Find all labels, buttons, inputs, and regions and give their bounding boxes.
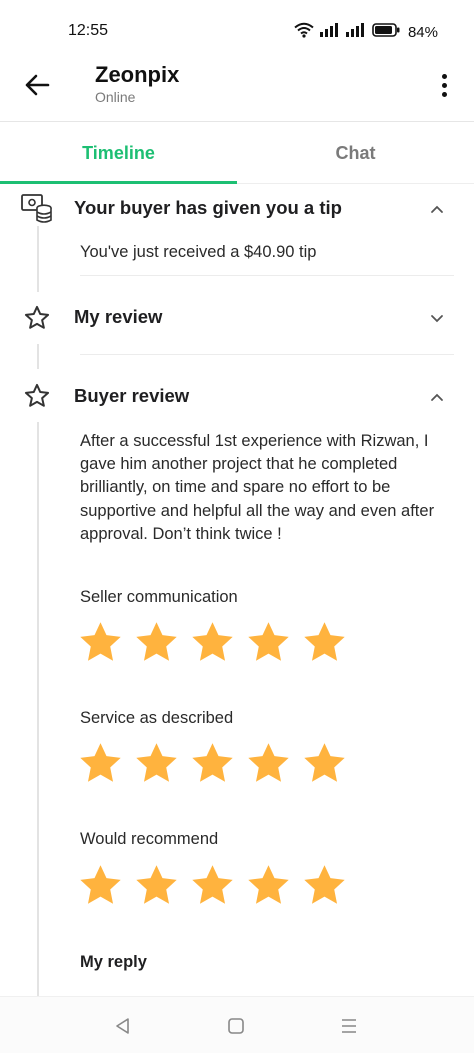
- arrow-left-icon: [25, 74, 50, 96]
- star-outline-icon: [19, 378, 55, 414]
- signal-icon: [319, 23, 340, 42]
- chevron-down-icon[interactable]: [428, 309, 446, 327]
- active-tab-indicator: [0, 181, 237, 184]
- chevron-up-icon[interactable]: [428, 200, 446, 218]
- my-review-title[interactable]: My review: [74, 306, 162, 328]
- tab-bar: Timeline Chat: [0, 122, 474, 184]
- menu-icon: [342, 1019, 356, 1033]
- nav-menu-button[interactable]: [338, 1015, 360, 1037]
- star-filled-icon: [192, 743, 233, 782]
- buyer-review-text: After a successful 1st experience with R…: [80, 432, 435, 543]
- status-bar: 12:55 84%: [0, 0, 474, 60]
- battery-icon: [372, 23, 400, 42]
- wifi-icon: [294, 22, 314, 43]
- more-dot: [441, 73, 447, 79]
- star-filled-icon: [304, 743, 345, 782]
- timeline-line: [37, 226, 39, 292]
- app-header: Zeonpix Online: [0, 60, 474, 122]
- star-filled-icon: [136, 622, 177, 661]
- timeline-line: [37, 344, 39, 369]
- more-dot: [441, 91, 447, 97]
- divider: [80, 354, 454, 355]
- rating-stars: [78, 620, 347, 663]
- tip-message: You've just received a $40.90 tip: [80, 243, 317, 261]
- more-options-button[interactable]: [434, 70, 454, 100]
- tab-timeline[interactable]: Timeline: [0, 122, 237, 184]
- star-filled-icon: [80, 743, 121, 782]
- payment-icon: [19, 190, 55, 226]
- rating-label-service-as-described: Service as described: [80, 709, 234, 727]
- nav-back-button[interactable]: [112, 1015, 134, 1037]
- buyer-review-title[interactable]: Buyer review: [74, 385, 189, 407]
- page-title: Zeonpix: [95, 62, 180, 87]
- rating-label-would-recommend: Would recommend: [80, 830, 219, 848]
- star-filled-icon: [248, 743, 289, 782]
- chevron-up-icon[interactable]: [428, 388, 446, 406]
- star-filled-icon: [80, 622, 121, 661]
- system-nav-bar: [0, 996, 474, 1053]
- square-home-icon: [228, 1018, 244, 1034]
- back-button[interactable]: [22, 70, 52, 100]
- battery-percent: 84%: [407, 24, 438, 41]
- star-filled-icon: [248, 865, 289, 904]
- my-reply-label[interactable]: My reply: [80, 953, 147, 972]
- star-filled-icon: [304, 865, 345, 904]
- divider: [80, 275, 454, 276]
- star-filled-icon: [136, 865, 177, 904]
- rating-label-seller-communication: Seller communication: [80, 588, 238, 606]
- star-filled-icon: [304, 622, 345, 661]
- star-filled-icon: [80, 865, 121, 904]
- nav-home-button[interactable]: [225, 1015, 247, 1037]
- status-time: 12:55: [68, 22, 109, 39]
- star-filled-icon: [136, 743, 177, 782]
- star-filled-icon: [248, 622, 289, 661]
- star-outline-icon: [19, 300, 55, 336]
- more-dot: [441, 82, 447, 88]
- online-status: Online: [95, 89, 136, 105]
- rating-stars: [78, 863, 347, 906]
- rating-stars: [78, 741, 347, 784]
- star-filled-icon: [192, 865, 233, 904]
- triangle-back-icon: [116, 1018, 129, 1034]
- status-icons: 84%: [294, 22, 438, 43]
- tab-chat[interactable]: Chat: [237, 122, 474, 184]
- tip-section-title[interactable]: Your buyer has given you a tip: [74, 197, 342, 219]
- star-filled-icon: [192, 622, 233, 661]
- timeline-line: [37, 422, 39, 996]
- signal-icon-2: [345, 23, 366, 42]
